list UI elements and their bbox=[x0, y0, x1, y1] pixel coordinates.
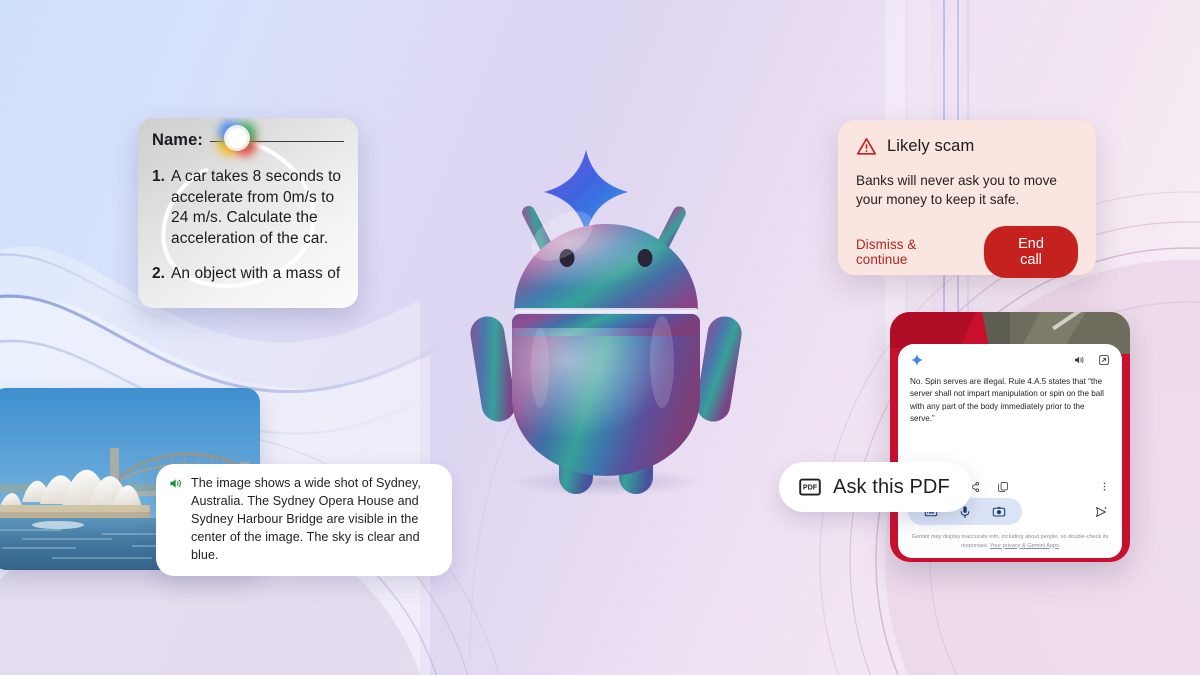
ask-this-pdf-chip[interactable]: PDF Ask this PDF bbox=[779, 462, 972, 512]
scam-actions: Dismiss & continue End call bbox=[856, 226, 1078, 279]
scam-body-text: Banks will never ask you to move your mo… bbox=[856, 173, 1057, 207]
worksheet-card[interactable]: Name: 1. A car takes 8 seconds to accele… bbox=[138, 118, 358, 308]
worksheet-question-number: 1. bbox=[152, 168, 166, 185]
open-in-new-icon[interactable] bbox=[1098, 354, 1110, 366]
scam-title: Likely scam bbox=[887, 137, 975, 155]
image-caption-card: The image shows a wide shot of Sydney, A… bbox=[156, 464, 452, 577]
svg-text:PDF: PDF bbox=[803, 483, 818, 492]
worksheet-question-list: 1. A car takes 8 seconds to accelerate f… bbox=[152, 167, 344, 285]
gemini-overlay-card: No. Spin serves are illegal. Rule 4.A.5 … bbox=[898, 344, 1122, 558]
worksheet-name-label: Name: bbox=[152, 131, 203, 149]
gemini-overlay-header bbox=[898, 344, 1122, 369]
worksheet-question: 1. A car takes 8 seconds to accelerate f… bbox=[152, 167, 344, 249]
gemini-disclaimer: Gemini may display inaccurate info, incl… bbox=[898, 525, 1122, 558]
gemini-sparkle-icon bbox=[910, 353, 924, 367]
worksheet-question-text: An object with a mass of bbox=[171, 265, 341, 283]
more-vert-icon[interactable] bbox=[1099, 481, 1110, 492]
pdf-icon: PDF bbox=[799, 478, 821, 496]
worksheet-question-text: A car takes 8 seconds to accelerate from… bbox=[171, 168, 342, 247]
scam-warning-card: Likely scam Banks will never ask you to … bbox=[838, 120, 1096, 279]
copy-icon[interactable] bbox=[997, 481, 1009, 493]
send-sparkle-icon[interactable] bbox=[1094, 505, 1108, 519]
speaker-icon[interactable] bbox=[1073, 354, 1085, 366]
ask-this-pdf-label: Ask this PDF bbox=[833, 475, 950, 498]
worksheet-question: 2. An object with a mass of bbox=[152, 264, 344, 285]
circle-to-search-dot bbox=[227, 128, 247, 148]
dismiss-and-continue-link[interactable]: Dismiss & continue bbox=[856, 237, 968, 267]
android-mascot-illustration bbox=[470, 150, 742, 496]
android-robot-mascot bbox=[466, 130, 746, 500]
warning-triangle-icon bbox=[856, 137, 877, 155]
gemini-answer-text: No. Spin serves are illegal. Rule 4.A.5 … bbox=[910, 377, 1104, 423]
background-stage: Name: 1. A car takes 8 seconds to accele… bbox=[0, 0, 1200, 675]
scam-header: Likely scam bbox=[856, 136, 1078, 157]
worksheet-name-row: Name: bbox=[152, 131, 344, 150]
speaker-icon[interactable] bbox=[168, 476, 183, 491]
end-call-button[interactable]: End call bbox=[984, 226, 1078, 279]
gemini-privacy-link[interactable]: Your privacy & Gemini Apps bbox=[990, 543, 1059, 549]
camera-icon[interactable] bbox=[992, 505, 1006, 519]
phone-mockup: No. Spin serves are illegal. Rule 4.A.5 … bbox=[890, 312, 1130, 562]
worksheet-question-number: 2. bbox=[152, 265, 166, 283]
image-caption-text: The image shows a wide shot of Sydney, A… bbox=[191, 476, 421, 562]
